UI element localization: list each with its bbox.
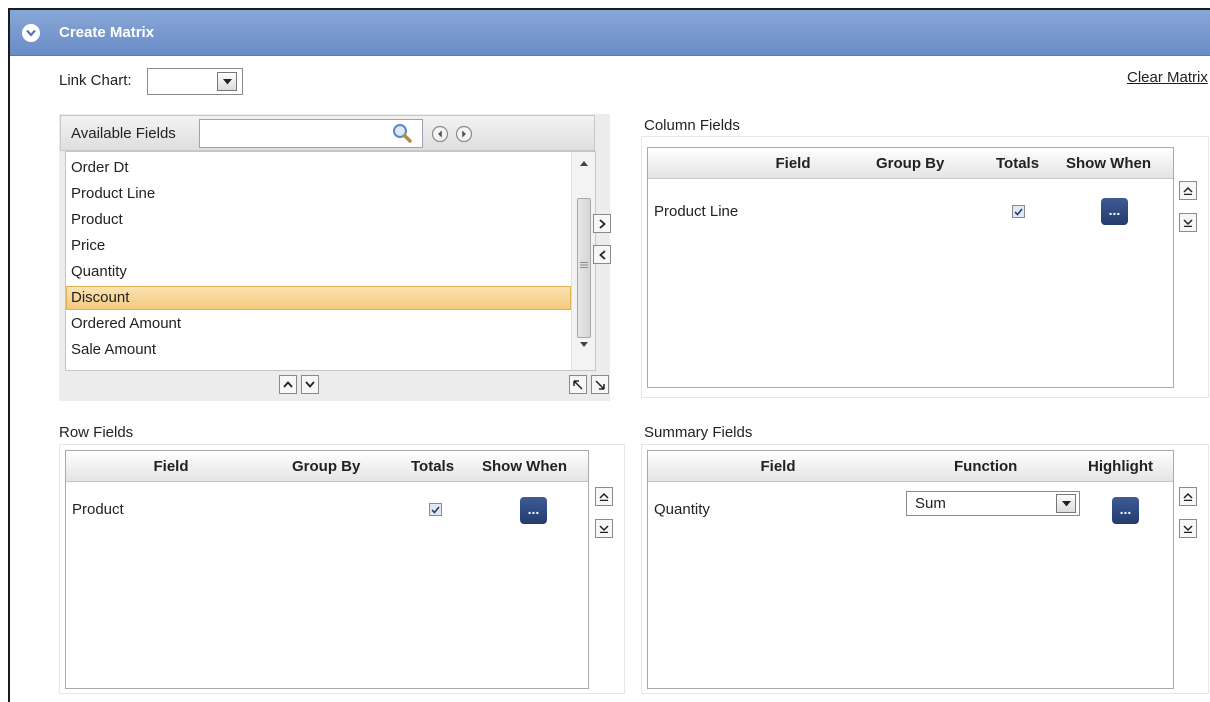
caret-up-underline-icon <box>1183 186 1193 195</box>
list-item[interactable]: Sale Amount <box>66 338 571 362</box>
list-item[interactable]: Price <box>66 234 571 258</box>
row-fields-title: Row Fields <box>59 424 134 441</box>
row-field-value: Product Line <box>654 203 739 220</box>
check-icon <box>1014 207 1023 216</box>
arrow-up-left-icon <box>573 379 583 390</box>
function-select[interactable]: Sum <box>906 491 1080 516</box>
caret-up-underline-icon <box>599 492 609 501</box>
move-down-button[interactable] <box>1179 519 1197 538</box>
list-item[interactable]: Order Dt <box>66 156 571 180</box>
list-item[interactable]: Quantity <box>66 260 571 284</box>
column-header-group-by: Group By <box>876 155 945 172</box>
expand-down-right-button[interactable] <box>591 375 609 394</box>
add-field-button[interactable] <box>593 214 611 233</box>
caret-right-icon <box>598 218 606 229</box>
caret-down-underline-icon <box>1183 524 1193 533</box>
search-icon[interactable] <box>391 122 413 144</box>
column-header-field: Field <box>760 458 796 475</box>
next-circle-icon[interactable] <box>455 125 473 143</box>
link-chart-label: Link Chart: <box>59 72 132 89</box>
caret-down-underline-icon <box>1183 218 1193 227</box>
available-fields-header: Available Fields <box>60 115 595 151</box>
column-fields-title: Column Fields <box>644 117 740 134</box>
link-chart-select[interactable] <box>147 68 243 95</box>
column-header-function: Function <box>954 458 1018 475</box>
column-header-totals: Totals <box>411 458 455 475</box>
dropdown-arrow-icon[interactable] <box>217 72 237 91</box>
column-fields-panel: Field Group By Totals Show When Product … <box>641 136 1209 398</box>
window-frame-left <box>8 8 10 702</box>
row-field-value: Quantity <box>654 501 710 518</box>
grid-header: Field Group By Totals Show When <box>648 148 1173 179</box>
column-header-group-by: Group By <box>292 458 361 475</box>
scroll-up-arrow-icon[interactable] <box>580 160 588 166</box>
move-up-button[interactable] <box>279 375 297 394</box>
caret-left-icon <box>598 249 606 260</box>
list-item[interactable]: Ordered Amount <box>66 312 571 336</box>
summary-fields-panel: Field Function Highlight Quantity Sum ..… <box>641 444 1209 694</box>
row-fields-grid: Field Group By Totals Show When Product … <box>65 450 589 689</box>
scroll-down-arrow-icon[interactable] <box>580 342 588 348</box>
arrow-down-right-icon <box>595 379 605 390</box>
list-item-selected[interactable]: Discount <box>66 286 571 310</box>
caret-down-icon <box>305 381 315 388</box>
move-down-button[interactable] <box>595 519 613 538</box>
move-up-button[interactable] <box>1179 487 1197 506</box>
column-header-highlight: Highlight <box>1088 458 1153 475</box>
previous-circle-icon[interactable] <box>431 125 449 143</box>
clear-matrix-link[interactable]: Clear Matrix <box>1127 69 1208 86</box>
available-fields-panel: Available Fields Order Dt Product Line P… <box>59 114 610 401</box>
grid-header: Field Group By Totals Show When <box>66 451 588 482</box>
move-down-button[interactable] <box>1179 213 1197 232</box>
caret-up-icon <box>283 381 293 388</box>
grip-icon <box>580 262 588 268</box>
create-matrix-header[interactable]: Create Matrix <box>10 10 1210 56</box>
panel-title: Create Matrix <box>59 24 155 41</box>
summary-fields-grid: Field Function Highlight Quantity Sum ..… <box>647 450 1174 689</box>
caret-up-underline-icon <box>1183 492 1193 501</box>
list-item[interactable]: Product Line <box>66 182 571 206</box>
column-header-totals: Totals <box>996 155 1040 172</box>
circle-chevron-down-icon[interactable] <box>22 24 40 42</box>
available-fields-search-input[interactable] <box>199 119 423 148</box>
highlight-button[interactable]: ... <box>1112 497 1139 524</box>
grid-header: Field Function Highlight <box>648 451 1173 482</box>
row-field-value: Product <box>72 501 124 518</box>
show-when-button[interactable]: ... <box>1101 198 1128 225</box>
totals-checkbox[interactable] <box>1012 205 1025 218</box>
function-value: Sum <box>915 495 946 512</box>
column-header-field: Field <box>775 155 811 172</box>
column-header-field: Field <box>153 458 189 475</box>
caret-down-underline-icon <box>599 524 609 533</box>
scrollbar-thumb[interactable] <box>577 198 591 338</box>
move-up-button[interactable] <box>595 487 613 506</box>
available-fields-list[interactable]: Order Dt Product Line Product Price Quan… <box>65 151 596 371</box>
list-item[interactable]: Product <box>66 208 571 232</box>
column-header-show-when: Show When <box>482 458 567 475</box>
column-fields-grid: Field Group By Totals Show When Product … <box>647 147 1174 388</box>
column-header-show-when: Show When <box>1066 155 1151 172</box>
move-up-button[interactable] <box>1179 181 1197 200</box>
dropdown-arrow-icon[interactable] <box>1056 494 1076 513</box>
move-down-button[interactable] <box>301 375 319 394</box>
show-when-button[interactable]: ... <box>520 497 547 524</box>
summary-fields-title: Summary Fields <box>644 424 753 441</box>
list-scrollbar[interactable] <box>571 152 595 370</box>
row-fields-panel: Field Group By Totals Show When Product … <box>59 444 625 694</box>
remove-field-button[interactable] <box>593 245 611 264</box>
expand-up-left-button[interactable] <box>569 375 587 394</box>
available-fields-title: Available Fields <box>71 125 176 142</box>
check-icon <box>431 505 440 514</box>
totals-checkbox[interactable] <box>429 503 442 516</box>
